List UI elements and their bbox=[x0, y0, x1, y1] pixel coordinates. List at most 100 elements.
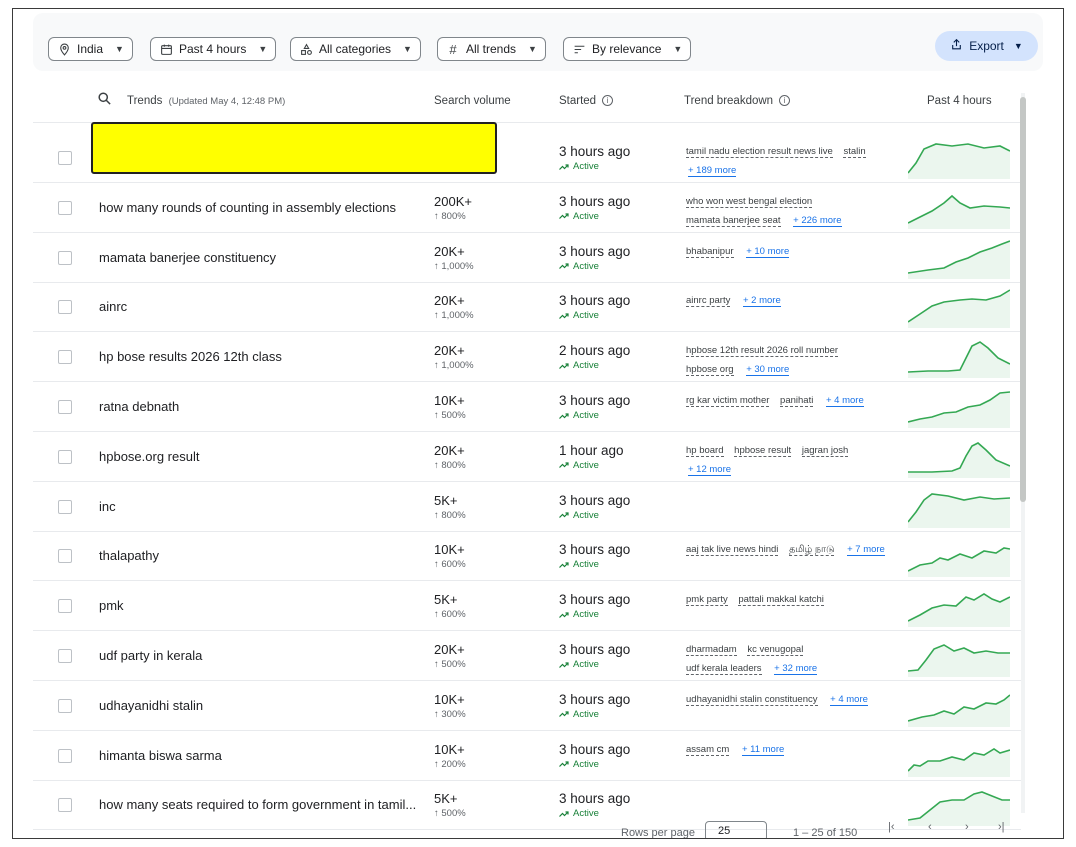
first-page-icon[interactable]: |‹ bbox=[888, 821, 895, 833]
table-row[interactable]: inc 5K+ ↑ 800% 3 hours ago Active bbox=[33, 482, 1021, 532]
trend-name[interactable]: thalapathy bbox=[99, 548, 159, 563]
trend-name[interactable]: how many rounds of counting in assembly … bbox=[99, 200, 396, 215]
breakdown-term[interactable]: bhabanipur bbox=[686, 245, 734, 258]
info-icon[interactable]: i bbox=[779, 95, 791, 107]
trend-name[interactable]: pmk bbox=[99, 598, 124, 613]
row-checkbox[interactable] bbox=[58, 649, 72, 663]
more-terms-link[interactable]: + 11 more bbox=[741, 743, 785, 756]
table-row[interactable]: udf party in kerala 20K+ ↑ 500% 3 hours ago… bbox=[33, 631, 1021, 681]
row-checkbox[interactable] bbox=[58, 599, 72, 614]
breakdown-term[interactable]: who won west bengal election bbox=[686, 195, 813, 208]
row-checkbox[interactable] bbox=[58, 250, 72, 265]
vertical-scrollbar[interactable] bbox=[1019, 87, 1027, 817]
breakdown-term[interactable]: ainrc party bbox=[686, 295, 731, 308]
trend-name[interactable]: udf party in kerala bbox=[99, 648, 202, 663]
breakdown-term[interactable]: pmk party bbox=[686, 594, 728, 607]
breakdown-term[interactable]: aaj tak live news hindi bbox=[686, 544, 779, 557]
trend-name[interactable]: hp bose results 2026 12th class bbox=[99, 349, 282, 364]
row-checkbox[interactable] bbox=[58, 300, 72, 315]
last-page-icon[interactable]: ›| bbox=[998, 821, 1005, 833]
breakdown-term[interactable]: rg kar victim mother bbox=[686, 395, 770, 407]
row-checkbox[interactable] bbox=[58, 200, 72, 215]
row-checkbox[interactable] bbox=[58, 151, 72, 165]
trend-name[interactable]: how many seats required to form governme… bbox=[99, 797, 416, 812]
row-checkbox[interactable] bbox=[58, 748, 72, 763]
breakdown-term[interactable]: hpbose 12th result 2026 roll number bbox=[686, 345, 839, 358]
table-row[interactable]: ainrc 20K+ ↑ 1,000% 3 hours ago Active ainrc … bbox=[33, 282, 1021, 333]
more-terms-link[interactable]: + 189 more bbox=[688, 165, 737, 177]
row-checkbox[interactable] bbox=[58, 350, 72, 365]
trend-sparkline bbox=[908, 143, 1010, 179]
trend-breakdown-cell: dharmadam kc venugopal udf kerala leader… bbox=[686, 640, 891, 678]
breakdown-term[interactable]: mamata banerjee seat bbox=[686, 214, 781, 227]
started-time: 3 hours ago bbox=[559, 791, 631, 807]
table-row[interactable]: pmk 5K+ ↑ 600% 3 hours ago Active pmk party p… bbox=[33, 581, 1021, 632]
breakdown-term[interactable]: pattali makkal katchi bbox=[738, 594, 824, 607]
more-terms-link[interactable]: + 226 more bbox=[793, 214, 842, 227]
more-terms-link[interactable]: + 7 more bbox=[847, 544, 885, 557]
table-row[interactable]: mamata banerjee constituency 20K+ ↑ 1,000%… bbox=[33, 233, 1021, 283]
more-terms-link[interactable]: + 2 more bbox=[743, 295, 781, 308]
more-terms-link[interactable]: + 30 more bbox=[746, 364, 790, 377]
more-terms-link[interactable]: + 4 more bbox=[825, 395, 864, 407]
breakdown-term[interactable]: hpbose result bbox=[734, 444, 792, 457]
trend-name[interactable]: ainrc bbox=[99, 299, 127, 314]
info-icon[interactable]: i bbox=[602, 95, 614, 107]
started-time: 3 hours ago bbox=[559, 144, 631, 159]
trend-breakdown-cell: tamil nadu election result news live sta… bbox=[686, 142, 891, 180]
sort-filter[interactable]: By relevance ▼ bbox=[563, 37, 692, 61]
table-row[interactable]: how many rounds of counting in assembly … bbox=[33, 183, 1021, 233]
breakdown-term[interactable]: hpbose org bbox=[686, 364, 734, 377]
breakdown-term[interactable]: assam cm bbox=[686, 743, 730, 756]
trend-name[interactable]: ratna debnath bbox=[99, 399, 179, 414]
trend-name[interactable]: mamata banerjee constituency bbox=[99, 250, 276, 265]
breakdown-term[interactable]: தமிழ் நாடு bbox=[789, 544, 835, 557]
prev-page-icon[interactable]: ‹ bbox=[928, 821, 932, 833]
breakdown-term[interactable]: udf kerala leaders bbox=[686, 663, 762, 675]
more-terms-link[interactable]: + 12 more bbox=[688, 463, 732, 476]
scrollbar-thumb[interactable] bbox=[1020, 97, 1026, 502]
row-checkbox[interactable] bbox=[58, 449, 72, 464]
row-checkbox[interactable] bbox=[58, 698, 72, 713]
rows-per-page-label: Rows per page bbox=[621, 827, 695, 839]
breakdown-term[interactable]: stalin bbox=[843, 146, 866, 158]
more-terms-link[interactable]: + 4 more bbox=[830, 693, 868, 706]
table-row[interactable]: hp bose results 2026 12th class 20K+ ↑ 1,0… bbox=[33, 332, 1021, 383]
breakdown-term[interactable]: jagran josh bbox=[801, 444, 849, 457]
breakdown-term[interactable]: udhayanidhi stalin constituency bbox=[686, 693, 818, 706]
export-button[interactable]: Export ▼ bbox=[935, 31, 1038, 61]
started-header[interactable]: Started i bbox=[559, 95, 614, 107]
search-icon[interactable] bbox=[97, 91, 112, 109]
category-shapes-icon bbox=[299, 42, 313, 56]
location-filter[interactable]: India ▼ bbox=[48, 37, 133, 61]
table-row[interactable]: hpbose.org result 20K+ ↑ 800% 1 hour ago Act… bbox=[33, 432, 1021, 482]
row-checkbox[interactable] bbox=[58, 798, 72, 813]
breakdown-term[interactable]: kc venugopal bbox=[747, 644, 804, 656]
table-row[interactable]: himanta biswa sarma 10K+ ↑ 200% 3 hours ago… bbox=[33, 731, 1021, 781]
more-terms-link[interactable]: + 32 more bbox=[774, 663, 818, 675]
table-row[interactable]: ratna debnath 10K+ ↑ 500% 3 hours ago Active… bbox=[33, 382, 1021, 432]
trend-name[interactable]: hpbose.org result bbox=[99, 449, 199, 464]
trends-filter[interactable]: # All trends ▼ bbox=[437, 37, 546, 61]
breakdown-term[interactable]: panihati bbox=[780, 395, 814, 407]
volume-value: 20K+ bbox=[434, 642, 465, 657]
category-filter[interactable]: All categories ▼ bbox=[290, 37, 421, 61]
row-checkbox[interactable] bbox=[58, 400, 72, 414]
row-checkbox[interactable] bbox=[58, 549, 72, 564]
next-page-icon[interactable]: › bbox=[965, 821, 969, 833]
active-label: Active bbox=[573, 758, 599, 770]
row-checkbox[interactable] bbox=[58, 499, 72, 514]
caret-down-icon: ▼ bbox=[1013, 41, 1023, 51]
search-volume-header[interactable]: Search volume bbox=[434, 95, 511, 107]
time-filter[interactable]: Past 4 hours ▼ bbox=[150, 37, 277, 61]
page-size-select[interactable]: 25 bbox=[705, 821, 767, 838]
table-row[interactable]: udhayanidhi stalin 10K+ ↑ 300% 3 hours ago A… bbox=[33, 681, 1021, 731]
trend-name[interactable]: inc bbox=[99, 499, 116, 514]
breakdown-term[interactable]: dharmadam bbox=[686, 644, 737, 656]
more-terms-link[interactable]: + 10 more bbox=[746, 245, 790, 258]
trend-name[interactable]: himanta biswa sarma bbox=[99, 748, 222, 763]
table-row[interactable]: thalapathy 10K+ ↑ 600% 3 hours ago Active aaj… bbox=[33, 531, 1021, 582]
trend-name[interactable]: udhayanidhi stalin bbox=[99, 698, 203, 713]
breakdown-term[interactable]: tamil nadu election result news live bbox=[686, 146, 833, 158]
breakdown-term[interactable]: hp board bbox=[686, 444, 724, 457]
